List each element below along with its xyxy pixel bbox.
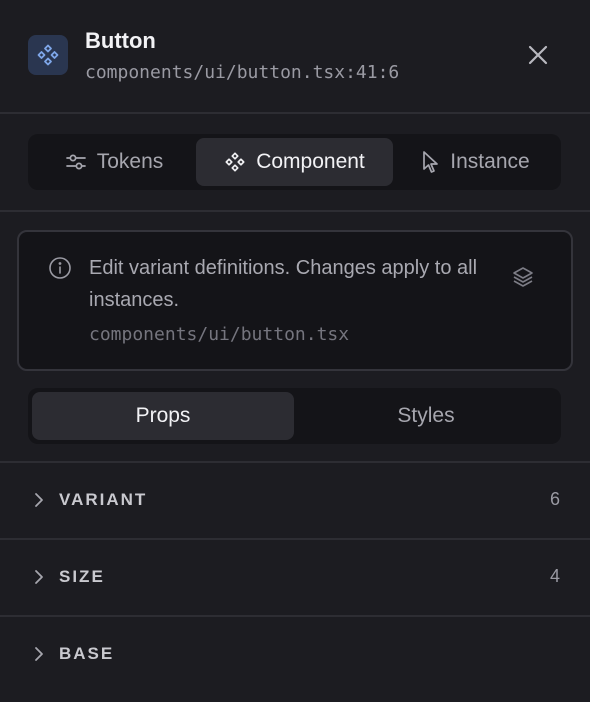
section-count: 6: [549, 489, 560, 509]
section-base[interactable]: BASE: [0, 617, 590, 693]
info-card: Edit variant definitions. Changes apply …: [17, 230, 573, 371]
tab-component[interactable]: Component: [196, 138, 393, 186]
component-title: Button: [85, 28, 156, 53]
chevron-right-icon: [35, 493, 43, 507]
panel-header: Button components/ui/button.tsx:41:6: [0, 0, 590, 113]
tab-label: Styles: [397, 404, 455, 427]
sliders-icon: [65, 154, 86, 170]
tab-instance[interactable]: Instance: [393, 138, 557, 186]
tab-label: Component: [256, 150, 365, 173]
component-icon: [225, 152, 245, 172]
chevron-right-icon: [35, 570, 43, 584]
tab-styles[interactable]: Styles: [295, 392, 557, 440]
component-icon: [28, 35, 68, 75]
tab-label: Tokens: [96, 150, 164, 173]
section-size[interactable]: SIZE 4: [0, 540, 590, 616]
tab-label: Props: [135, 404, 191, 427]
divider: [0, 112, 590, 114]
component-source-path[interactable]: components/ui/button.tsx:41:6: [85, 62, 399, 83]
info-message: Edit variant definitions. Changes apply …: [89, 257, 478, 311]
inspector-panel: Button components/ui/button.tsx:41:6 Tok…: [0, 0, 590, 702]
section-label: BASE: [59, 644, 115, 663]
info-icon: [49, 257, 71, 279]
cursor-pointer-icon: [423, 151, 439, 173]
mode-tabs: Tokens Component Instance: [28, 134, 561, 190]
layers-icon[interactable]: [511, 265, 535, 289]
chevron-right-icon: [35, 647, 43, 661]
divider: [0, 210, 590, 212]
section-label: SIZE: [59, 567, 105, 586]
tab-props[interactable]: Props: [32, 392, 294, 440]
info-source-path[interactable]: components/ui/button.tsx: [89, 324, 349, 345]
tab-tokens[interactable]: Tokens: [32, 138, 196, 186]
section-variant[interactable]: VARIANT 6: [0, 463, 590, 539]
section-label: VARIANT: [59, 490, 148, 509]
close-button[interactable]: [520, 37, 556, 73]
section-count: 4: [549, 566, 560, 586]
sub-tabs: Props Styles: [28, 388, 561, 444]
close-icon: [528, 45, 548, 65]
tab-label: Instance: [450, 150, 530, 173]
